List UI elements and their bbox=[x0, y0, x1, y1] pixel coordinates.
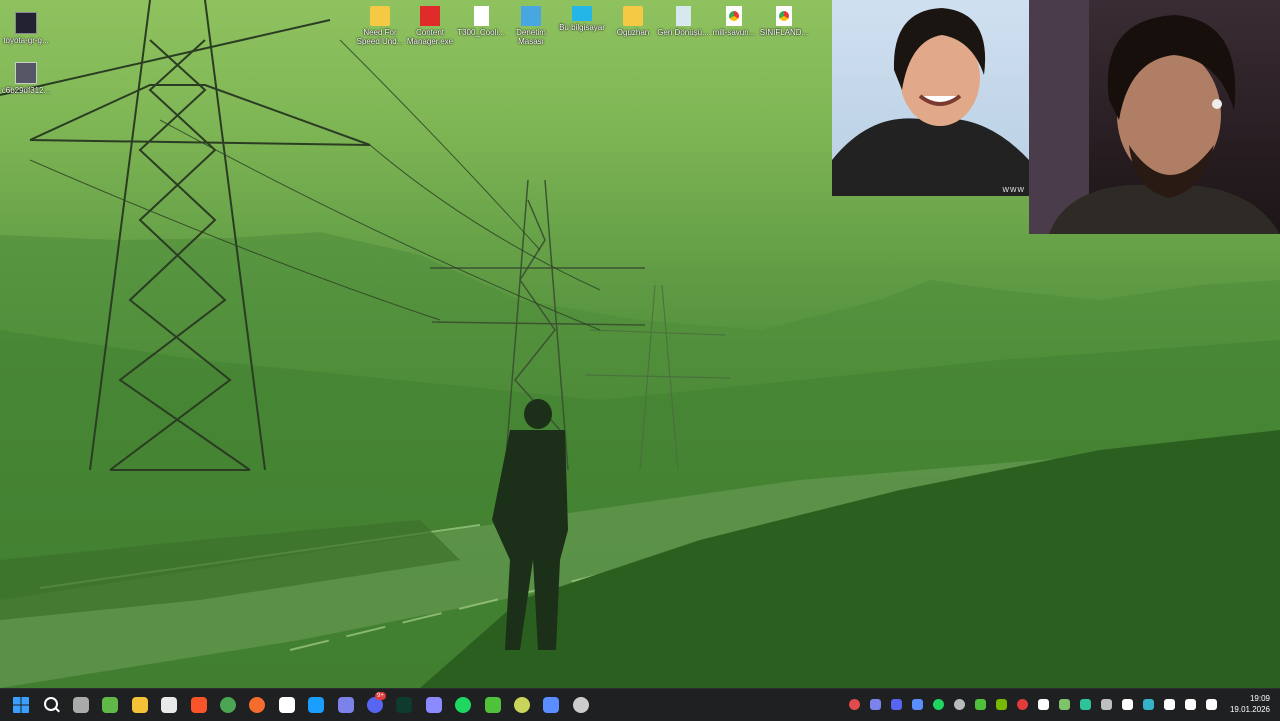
teams-icon bbox=[337, 697, 354, 713]
image-file-icon bbox=[15, 12, 37, 34]
steam-taskbar-button[interactable] bbox=[305, 695, 327, 715]
spotify-icon bbox=[455, 697, 472, 713]
taskbar-clock[interactable]: 19:09 19.01.2026 bbox=[1230, 693, 1270, 715]
tray-volume-icon[interactable] bbox=[1206, 699, 1217, 710]
computer-icon bbox=[572, 6, 592, 21]
chrome-taskbar-button[interactable] bbox=[217, 695, 239, 715]
taskbar: 9+ 19:09 19.01.2026 bbox=[0, 688, 1280, 721]
obs-taskbar-button[interactable] bbox=[570, 695, 592, 715]
desktop-icon-need-for-speed[interactable]: Need For Speed Und... bbox=[354, 6, 406, 46]
play-icon bbox=[484, 697, 501, 713]
app-dots-taskbar-button[interactable] bbox=[423, 695, 445, 715]
tray-teams-icon[interactable] bbox=[870, 699, 881, 710]
brave-icon bbox=[190, 697, 207, 713]
teams-taskbar-button[interactable] bbox=[335, 695, 357, 715]
tray-diamond-icon[interactable] bbox=[912, 699, 923, 710]
brave-taskbar-button[interactable] bbox=[188, 695, 210, 715]
webcam-overlay-right bbox=[1029, 0, 1280, 234]
tray-bug-icon[interactable] bbox=[1038, 699, 1049, 710]
control-panel-icon bbox=[521, 6, 541, 26]
recycle-bin-icon bbox=[675, 6, 691, 26]
app-blue-icon bbox=[543, 697, 560, 713]
desktop-icon-content-manager[interactable]: Content Manager.exe bbox=[404, 6, 456, 46]
desktop-icon-oguzhan[interactable]: Oguzhan bbox=[607, 6, 659, 37]
watermark-text: www bbox=[1002, 184, 1025, 194]
file-explorer-icon bbox=[131, 697, 148, 713]
desktop-icon-c6b29[interactable]: c6b29df312... bbox=[0, 62, 52, 95]
document-icon bbox=[473, 6, 489, 26]
terminal-taskbar-button[interactable] bbox=[393, 695, 415, 715]
tray-display-icon[interactable] bbox=[1185, 699, 1196, 710]
epic-games-taskbar-button[interactable] bbox=[276, 695, 298, 715]
tray-vpn-icon[interactable] bbox=[1017, 699, 1028, 710]
play-taskbar-button[interactable] bbox=[482, 695, 504, 715]
discord-notification-badge: 9+ bbox=[375, 692, 386, 700]
tray-steam-icon[interactable] bbox=[1101, 699, 1112, 710]
tray-settings-icon[interactable] bbox=[954, 699, 965, 710]
tray-battery-icon[interactable] bbox=[1059, 699, 1070, 710]
tray-mic-icon[interactable] bbox=[1164, 699, 1175, 710]
origin-taskbar-button[interactable] bbox=[246, 695, 268, 715]
app-clock-icon bbox=[73, 697, 89, 713]
tray-shield-icon[interactable] bbox=[1143, 699, 1154, 710]
person-webcam-portrait bbox=[1029, 0, 1280, 234]
desktop-icon-t300[interactable]: T300_Cooli... bbox=[455, 6, 507, 37]
spotify-taskbar-button[interactable] bbox=[452, 695, 474, 715]
razer-icon bbox=[514, 697, 530, 713]
obs-icon bbox=[572, 697, 589, 713]
clock-date: 19.01.2026 bbox=[1229, 705, 1270, 714]
search-icon-handle bbox=[55, 707, 60, 713]
xbox-icon bbox=[102, 697, 119, 713]
app-clock-taskbar-button[interactable] bbox=[70, 695, 92, 715]
chrome-shortcut-icon bbox=[776, 6, 792, 26]
tray-spotify-icon[interactable] bbox=[933, 699, 944, 710]
start-button[interactable] bbox=[10, 695, 32, 715]
terminal-icon bbox=[396, 697, 413, 713]
origin-icon bbox=[249, 697, 266, 713]
store-taskbar-button[interactable] bbox=[158, 695, 180, 715]
app-blue-taskbar-button[interactable] bbox=[540, 695, 562, 715]
tray-pen-icon[interactable] bbox=[1122, 699, 1133, 710]
windows-logo-icon bbox=[13, 697, 29, 713]
tray-nvidia-icon[interactable] bbox=[996, 699, 1007, 710]
desktop-icon-recycle-bin[interactable]: Geri Dönüşü... bbox=[657, 6, 709, 37]
steam-icon bbox=[308, 697, 325, 713]
tray-play-icon[interactable] bbox=[975, 699, 986, 710]
tray-edge-icon[interactable] bbox=[1080, 699, 1091, 710]
chrome-shortcut-icon bbox=[726, 6, 742, 26]
razer-taskbar-button[interactable] bbox=[511, 695, 533, 715]
person-smiling-portrait bbox=[832, 8, 1029, 196]
epic-games-icon bbox=[278, 697, 295, 713]
app-dots-icon bbox=[425, 697, 442, 713]
file-explorer-taskbar-button[interactable] bbox=[129, 695, 151, 715]
tray-record-icon[interactable] bbox=[849, 699, 860, 710]
webcam-overlay-left: www bbox=[832, 0, 1029, 196]
xbox-taskbar-button[interactable] bbox=[99, 695, 121, 715]
folder-icon bbox=[623, 6, 643, 26]
chrome-icon bbox=[220, 697, 236, 713]
desktop-icon-control-panel[interactable]: Denetim Masası bbox=[505, 6, 557, 46]
tray-discord-icon[interactable] bbox=[891, 699, 902, 710]
desktop-icon-toyota[interactable]: toyota-gr-g... bbox=[0, 12, 52, 45]
content-manager-icon bbox=[420, 6, 440, 26]
image-file-icon bbox=[15, 62, 37, 84]
store-icon bbox=[161, 697, 178, 713]
desktop-icon-mill-savun[interactable]: mill-savun... bbox=[708, 6, 760, 37]
desktop-icon-this-pc[interactable]: Bu bilgisayar bbox=[556, 6, 608, 32]
search-button[interactable] bbox=[40, 695, 62, 715]
folder-icon bbox=[370, 6, 390, 26]
desktop-icon-siniflandir[interactable]: SINIFLAND... bbox=[758, 6, 810, 37]
clock-time: 19:09 bbox=[1249, 694, 1270, 703]
